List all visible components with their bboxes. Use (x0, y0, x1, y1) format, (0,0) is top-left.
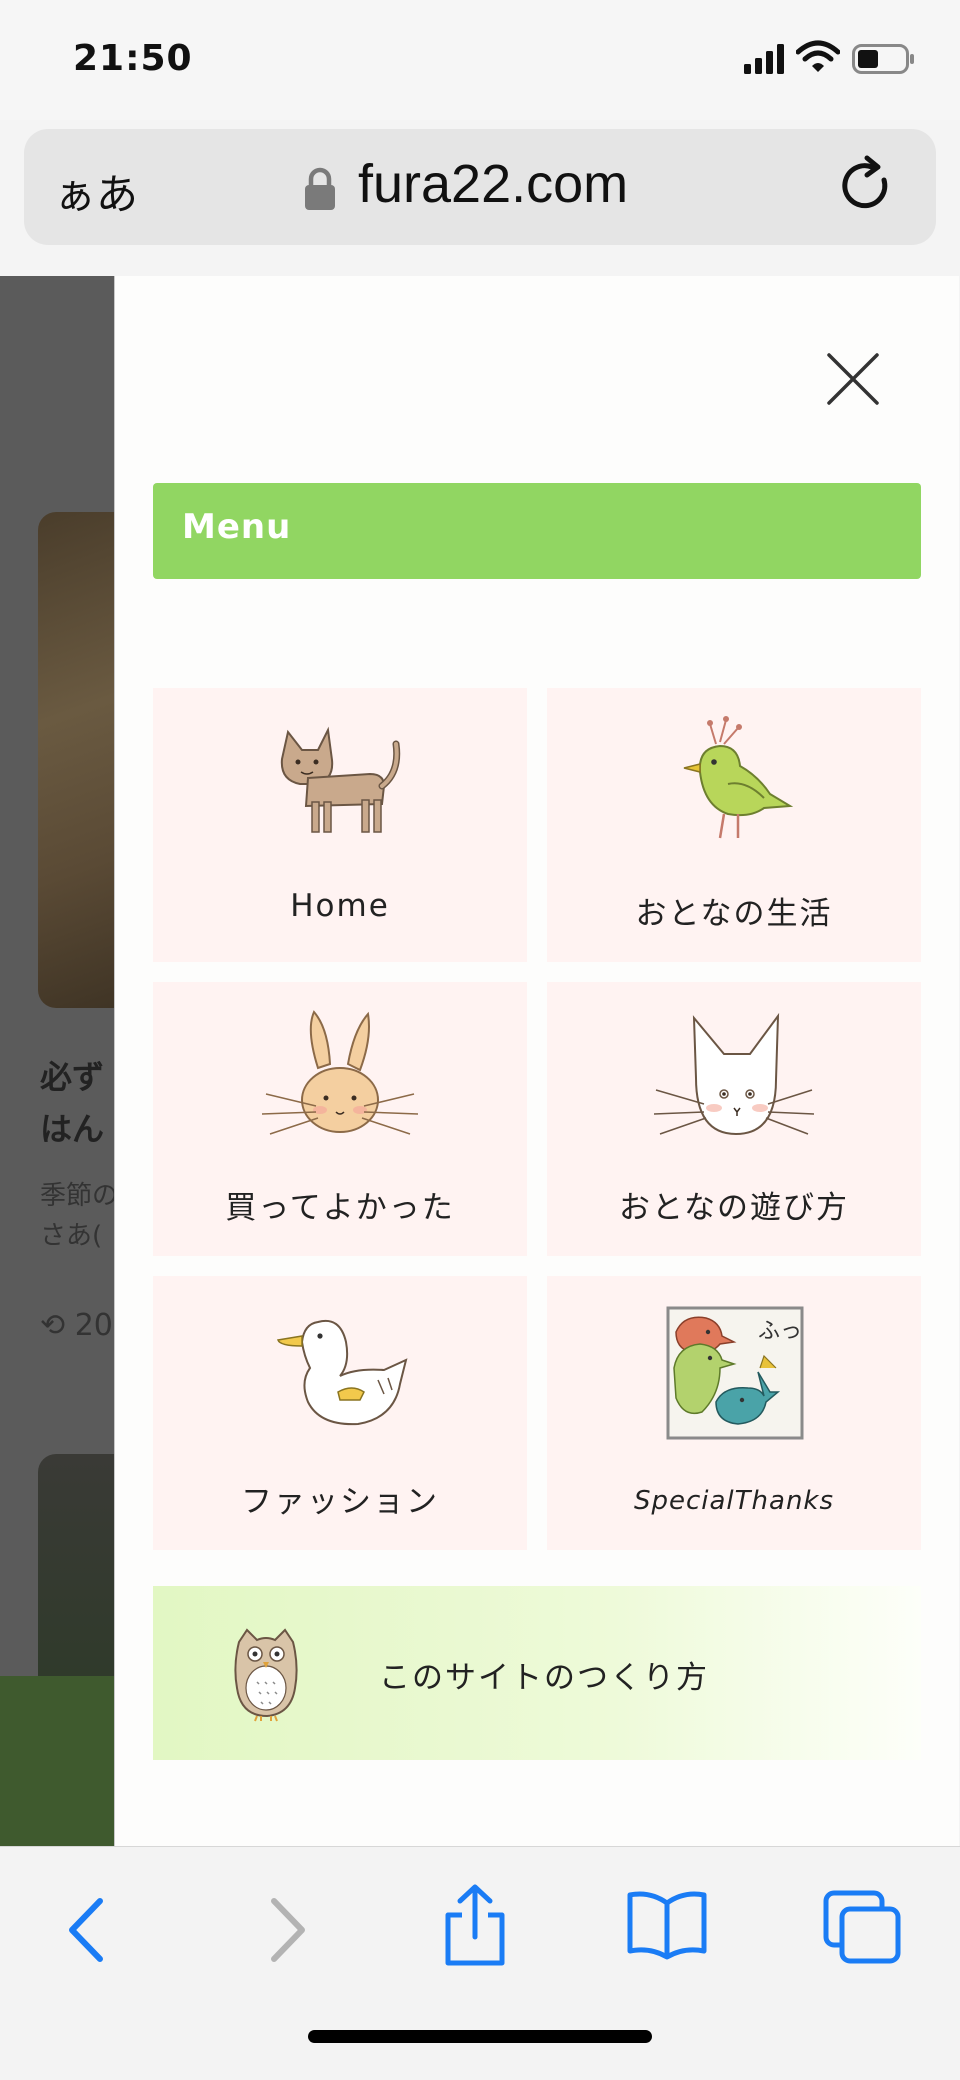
status-time: 21:50 (73, 38, 193, 79)
forward-icon[interactable] (262, 1895, 312, 1965)
svg-text:ふっ: ふっ (758, 1319, 802, 1344)
menu-item-home[interactable]: Home (153, 688, 527, 962)
white-cat-icon (654, 1012, 814, 1136)
battery-icon (852, 44, 914, 74)
menu-item-special-thanks[interactable]: ふっ SpecialThanks (547, 1276, 921, 1550)
how-this-site-was-made-link[interactable]: このサイトのつくり方 (153, 1586, 921, 1760)
menu-title: Menu (182, 507, 292, 547)
reload-icon[interactable] (834, 154, 900, 220)
menu-item-bought-good[interactable]: 買ってよかった (153, 982, 527, 1256)
menu-item-label: ファッション (241, 1484, 439, 1520)
menu-item-label: おとなの生活 (635, 896, 833, 932)
browser-toolbar (0, 1846, 960, 2080)
menu-drawer: Menu Home おとなの生活 買ってよかった おとなの遊び方 ファッション … (114, 276, 959, 1846)
home-indicator[interactable] (308, 2030, 652, 2043)
owl-icon (234, 1628, 298, 1722)
footer-strip (0, 1676, 114, 1846)
reader-settings-button[interactable]: ぁあ (54, 161, 138, 222)
cat-icon (280, 726, 401, 833)
menu-heading: Menu (153, 483, 921, 579)
article-title: 必ず はん (40, 1058, 105, 1148)
menu-item-label: SpecialThanks (633, 1486, 835, 1516)
menu-item-adult-life[interactable]: おとなの生活 (547, 688, 921, 962)
lock-icon (305, 167, 335, 210)
share-icon[interactable] (440, 1883, 510, 1969)
close-icon[interactable] (825, 351, 881, 407)
birds-picture-icon: ふっ (666, 1306, 804, 1440)
back-icon[interactable] (62, 1895, 112, 1965)
menu-item-adult-play[interactable]: おとなの遊び方 (547, 982, 921, 1256)
updated-icon: ⟲ (40, 1308, 66, 1343)
banner-label: このサイトのつくり方 (379, 1660, 709, 1696)
article-excerpt: 季節の さあ( (40, 1181, 114, 1251)
rabbit-icon (261, 1010, 419, 1135)
article-thumbnail (38, 512, 114, 1008)
url-domain[interactable]: fura22.com (358, 153, 628, 215)
menu-item-label: おとなの遊び方 (618, 1190, 850, 1226)
menu-item-label: Home (290, 888, 390, 924)
duck-icon (277, 1320, 408, 1426)
bird-icon (683, 716, 794, 839)
menu-item-label: 買ってよかった (225, 1190, 455, 1226)
bookmarks-icon[interactable] (624, 1889, 710, 1961)
menu-item-fashion[interactable]: ファッション (153, 1276, 527, 1550)
article-date: ⟲ 20 (40, 1308, 113, 1343)
status-bar: 21:50 (0, 0, 960, 120)
address-bar[interactable]: ぁあ fura22.com (24, 129, 936, 245)
tabs-icon[interactable] (822, 1889, 904, 1965)
wifi-icon (796, 40, 840, 72)
background-page-overlay[interactable]: 必ず はん 季節の さあ( ⟲ 20 (0, 276, 114, 1846)
signal-icon (744, 44, 784, 74)
